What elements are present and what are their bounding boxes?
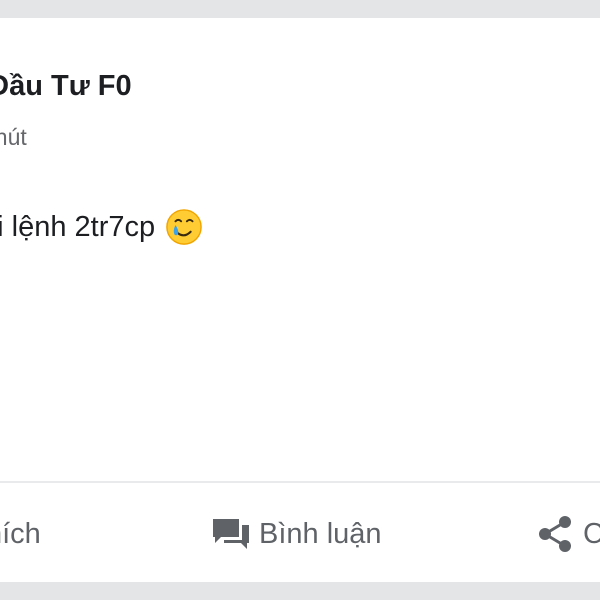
comment-icon [213,519,249,549]
post-timestamp-text: phút [0,124,27,150]
share-icon [539,516,571,552]
action-bar-divider [0,481,600,483]
post-body: ái lệnh 2tr7cp [0,208,203,246]
like-label: hích [0,517,41,550]
post-author-name-text: à Đầu Tư F0 [0,70,132,102]
comment-label: Bình luận [259,517,382,550]
like-button[interactable]: hích [0,512,41,556]
smiling-face-with-tear-icon [166,209,202,245]
post-timestamp[interactable]: phút [0,122,27,152]
post-author-name[interactable]: à Đầu Tư F0 [0,68,132,104]
share-button[interactable]: C [535,512,600,556]
comment-button[interactable]: Bình luận [211,512,382,556]
post-body-text: ái lệnh 2tr7cp [0,211,156,243]
share-label: C [583,517,600,550]
post-card: à Đầu Tư F0 phút ái lệnh 2tr7cp hích Bìn… [0,18,600,582]
